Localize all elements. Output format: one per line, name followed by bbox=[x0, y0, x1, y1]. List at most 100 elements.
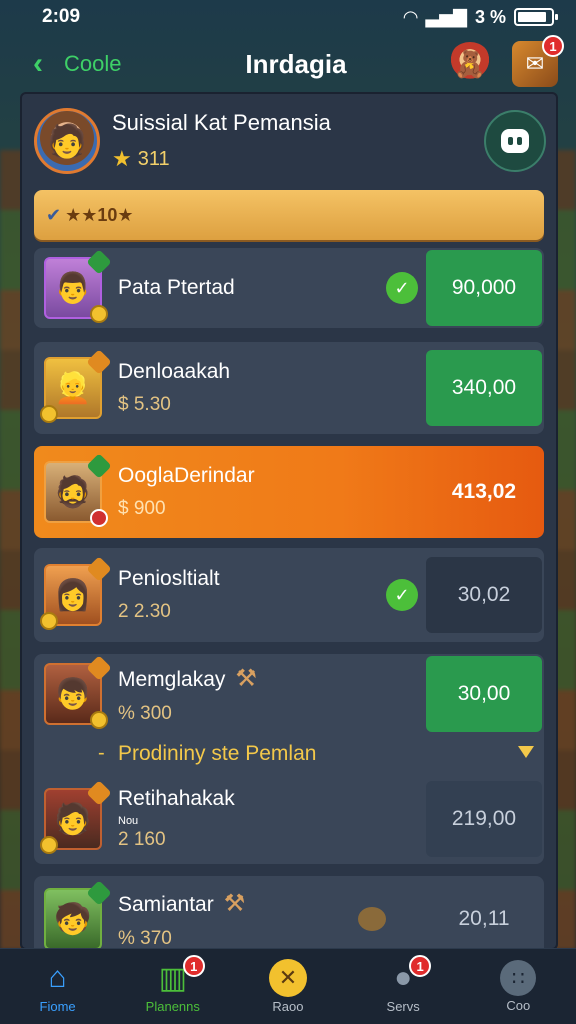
player-sub: $ 5.30 bbox=[118, 394, 171, 415]
profile-avatar[interactable]: 🧑 bbox=[34, 108, 100, 174]
player-name: Retihahakak bbox=[118, 787, 235, 810]
player-sub: 2 2.30 bbox=[118, 601, 171, 622]
status-icons: ◠ ▃▅▇ 3 % bbox=[403, 6, 558, 28]
score-value[interactable]: 219,00 bbox=[426, 781, 542, 857]
rank-gem-icon bbox=[86, 655, 112, 681]
profile-stars: ★ 311 bbox=[112, 146, 484, 172]
leaderboard-row[interactable]: 👱 Denloaakah $ 5.30 340,00 bbox=[34, 342, 544, 434]
player-name: Peniosltialt bbox=[118, 567, 220, 590]
row-text: Pata Ptertad bbox=[118, 276, 386, 300]
leaderboard-row-current[interactable]: 🧔 OoglaDerindar $ 900 413,02 bbox=[34, 446, 544, 538]
rank-gem-icon bbox=[86, 349, 112, 375]
player-tag: Nou bbox=[118, 815, 139, 827]
check-icon: ✓ bbox=[386, 579, 418, 611]
player-avatar: 👨 bbox=[44, 249, 112, 323]
race-icon: ✕ bbox=[268, 959, 307, 997]
nav-badge: 1 bbox=[182, 955, 205, 977]
player-avatar: 🧒 bbox=[44, 880, 112, 950]
status-bar: 2:09 ◠ ▃▅▇ 3 % bbox=[0, 0, 576, 34]
player-sub: % 300 bbox=[118, 702, 172, 724]
expand-arrow-icon[interactable] bbox=[518, 746, 534, 758]
profile-star-count: 311 bbox=[137, 147, 170, 170]
coin-icon bbox=[40, 405, 58, 423]
signal-icon: ▃▅▇ bbox=[425, 6, 467, 27]
coin-icon bbox=[40, 836, 58, 854]
player-sub: 2 160 bbox=[118, 829, 166, 850]
score-value[interactable]: 90,000 bbox=[426, 250, 542, 326]
nav-label: Planenns bbox=[145, 999, 200, 1014]
leaderboard-row[interactable]: 🧒 Samiantar ⚒ % 370 20,11 bbox=[34, 876, 544, 950]
home-icon: ⌂ bbox=[48, 961, 67, 994]
player-name: Pata Ptertad bbox=[118, 276, 235, 299]
leaderboard-row[interactable]: 👨 Pata Ptertad ✓ 90,000 bbox=[34, 248, 544, 328]
status-time: 2:09 bbox=[42, 6, 81, 27]
score-value[interactable]: 340,00 bbox=[426, 350, 542, 426]
rank-gem-icon bbox=[86, 453, 112, 479]
nav-race[interactable]: ✕ Raoo bbox=[238, 959, 338, 1014]
leaderboard-row[interactable]: 👩 Peniosltialt 2 2.30 ✓ 30,02 bbox=[34, 548, 544, 642]
gold-rank-label: ★★10★ bbox=[65, 204, 134, 225]
rank-gem-icon bbox=[86, 249, 112, 275]
chat-button[interactable] bbox=[484, 110, 546, 172]
chest-badge: 1 bbox=[542, 35, 564, 57]
tool-icon: ⚒ bbox=[223, 889, 246, 917]
bottom-nav: ⌂ Fiome ▥ 1 Planenns ✕ Raoo ● 1 Servs ∷ … bbox=[0, 948, 576, 1024]
player-avatar: 🧑 bbox=[40, 780, 112, 854]
nav-home[interactable]: ⌂ Fiome bbox=[8, 959, 108, 1014]
row-text: OoglaDerindar $ 900 bbox=[118, 464, 426, 520]
player-name-text: Samiantar bbox=[118, 892, 214, 916]
player-sub: % 370 bbox=[118, 927, 172, 949]
row-text: Peniosltialt 2 2.30 bbox=[118, 567, 386, 623]
leaderboard-row[interactable]: 👦 Memglakay ⚒ % 300 30,00 bbox=[34, 655, 544, 732]
header: ‹ Coole Inrdagia 🧸 ✉ 1 bbox=[18, 35, 564, 92]
player-name: OoglaDerindar bbox=[118, 464, 255, 487]
nav-label: Raoo bbox=[272, 999, 304, 1014]
score-value[interactable]: 30,02 bbox=[426, 557, 542, 633]
page-title: Inrdagia bbox=[245, 48, 347, 79]
coin-icon bbox=[90, 305, 108, 323]
star-icon: ★ bbox=[112, 146, 132, 171]
nav-code[interactable]: ∷ Coo bbox=[468, 960, 568, 1013]
check-icon: ✓ bbox=[386, 272, 418, 304]
profile-info: Suissial Kat Pemansia ★ 311 bbox=[112, 110, 484, 172]
chest-icon: ✉ bbox=[525, 51, 545, 76]
shield-icon bbox=[90, 509, 108, 527]
mascot-avatar[interactable]: 🧸 bbox=[448, 42, 492, 86]
chest-button[interactable]: ✉ 1 bbox=[512, 35, 564, 87]
nav-badge: 1 bbox=[409, 955, 432, 977]
rank-gem-icon bbox=[86, 880, 112, 906]
battery-percent: 3 % bbox=[474, 6, 506, 27]
player-avatar: 👦 bbox=[44, 655, 112, 729]
code-icon: ∷ bbox=[500, 960, 537, 996]
player-name: Samiantar ⚒ bbox=[118, 889, 358, 918]
player-name-text: Memglakay bbox=[118, 667, 226, 691]
back-chevron-icon[interactable]: ‹ bbox=[18, 47, 58, 81]
chat-icon bbox=[501, 129, 529, 153]
player-avatar: 👱 bbox=[40, 349, 112, 423]
leaderboard-panel: 🧑 Suissial Kat Pemansia ★ 311 ✔ ★★10★ 👨 … bbox=[20, 92, 558, 950]
profile-name: Suissial Kat Pemansia bbox=[112, 110, 331, 135]
nav-servs[interactable]: ● 1 Servs bbox=[353, 955, 453, 1014]
player-avatar: 🧔 bbox=[44, 453, 112, 527]
nav-planes[interactable]: ▥ 1 Planenns bbox=[123, 955, 223, 1014]
nav-label: Fiome bbox=[39, 999, 76, 1014]
leaderboard-row[interactable]: 🧑 Retihahakak Nou 2 160 219,00 bbox=[34, 776, 544, 862]
player-name: Denloaakah bbox=[118, 360, 231, 383]
player-sub: $ 900 bbox=[118, 498, 166, 519]
row-text: Retihahakak Nou 2 160 bbox=[118, 787, 426, 851]
score-value[interactable]: 413,02 bbox=[426, 454, 542, 530]
subheading-dash: - bbox=[98, 742, 105, 764]
nav-label: Servs bbox=[386, 999, 420, 1014]
gold-rank-bar[interactable]: ✔ ★★10★ bbox=[34, 190, 544, 240]
row-text: Samiantar ⚒ % 370 bbox=[118, 889, 358, 950]
coin-icon bbox=[90, 711, 108, 729]
score-value[interactable]: 20,11 bbox=[426, 881, 542, 950]
check-icon: ✔ bbox=[46, 204, 62, 225]
player-name: Memglakay ⚒ bbox=[118, 664, 426, 693]
nav-label: Coo bbox=[506, 998, 531, 1013]
wifi-icon: ◠ bbox=[403, 6, 418, 27]
score-value[interactable]: 30,00 bbox=[426, 656, 542, 732]
profile-card: 🧑 Suissial Kat Pemansia ★ 311 bbox=[34, 102, 546, 180]
battery-icon bbox=[514, 8, 558, 26]
row-text: Denloaakah $ 5.30 bbox=[118, 360, 426, 416]
